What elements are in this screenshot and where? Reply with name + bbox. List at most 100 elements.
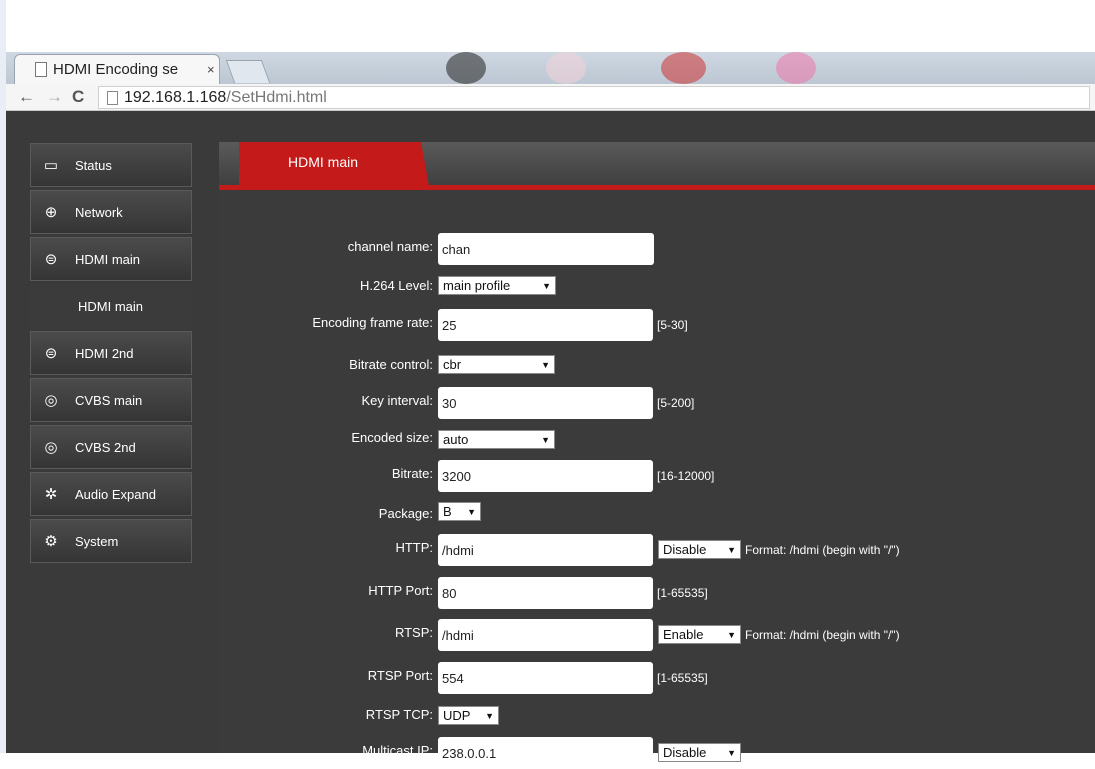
sidebar-subitem-hdmi-main[interactable]: HDMI main	[30, 284, 192, 328]
sidebar-item-cvbs-2nd[interactable]: ◎ CVBS 2nd	[30, 425, 192, 469]
select-value: UDP	[443, 708, 471, 723]
rtsp-mode-select[interactable]: Enable ▼	[658, 625, 741, 644]
range-hint: [1-65535]	[657, 586, 708, 600]
forward-arrow-icon[interactable]: →	[46, 87, 63, 107]
sidebar-item-label: Network	[75, 204, 123, 220]
sidebar-item-label: System	[75, 533, 119, 549]
frame-rate-input[interactable]: 25	[438, 309, 653, 341]
rtsp-tcp-select[interactable]: UDP ▼	[438, 706, 499, 725]
bitrate-control-select[interactable]: cbr ▼	[438, 355, 555, 374]
sidebar-item-label: HDMI main	[78, 298, 144, 314]
sidebar-nav: ▭ Status ⊕ Network ⊜ HDMI main HDMI main…	[30, 143, 192, 566]
new-tab-button[interactable]	[225, 60, 271, 83]
browser-tab[interactable]: HDMI Encoding se ×	[14, 54, 220, 84]
sidebar-item-system[interactable]: ⚙ System	[30, 519, 192, 563]
url-path: /SetHdmi.html	[226, 88, 327, 106]
rtsp-path-input[interactable]: /hdmi	[438, 619, 653, 651]
http-mode-select[interactable]: Disable ▼	[658, 540, 741, 559]
background-decoration	[546, 52, 586, 84]
form-row-bitrate-control: Bitrate control: cbr ▼	[219, 355, 1095, 385]
sidebar-item-label: Audio Expand	[75, 486, 156, 502]
field-label: Multicast IP:	[362, 743, 433, 758]
form-row-rtsp-tcp: RTSP TCP: UDP ▼	[219, 706, 1095, 736]
field-label: RTSP:	[394, 625, 433, 640]
sidebar-item-hdmi-2nd[interactable]: ⊜ HDMI 2nd	[30, 331, 192, 375]
channel-name-input[interactable]: chan	[438, 233, 654, 265]
bitrate-input[interactable]: 3200	[438, 460, 653, 492]
package-select[interactable]: B ▼	[438, 502, 481, 521]
browser-tab-strip: HDMI Encoding se ×	[6, 52, 1095, 84]
field-label: channel name:	[347, 239, 433, 254]
monitor-icon: ▭	[43, 157, 59, 174]
page-icon	[35, 62, 47, 77]
select-value: auto	[443, 432, 469, 447]
field-label: H.264 Level:	[360, 278, 433, 293]
http-path-input[interactable]: /hdmi	[438, 534, 653, 566]
h264-level-select[interactable]: main profile ▼	[438, 276, 556, 295]
form-row-rtsp-port: RTSP Port: 554 [1-65535]	[219, 662, 1095, 694]
form-row-key-interval: Key interval: 30 [5-200]	[219, 387, 1095, 419]
rtsp-port-input[interactable]: 554	[438, 662, 653, 694]
browser-tab-title: HDMI Encoding se	[53, 61, 179, 78]
multicast-ip-input[interactable]: 238.0.0.1	[438, 737, 653, 769]
sidebar-item-cvbs-main[interactable]: ◎ CVBS main	[30, 378, 192, 422]
form-row-multicast-ip: Multicast IP: 238.0.0.1 Disable ▼	[219, 737, 1095, 769]
form-row-frame-rate: Encoding frame rate: 25 [5-30]	[219, 309, 1095, 341]
web-page: ▭ Status ⊕ Network ⊜ HDMI main HDMI main…	[6, 111, 1095, 769]
field-label: Encoding frame rate:	[312, 315, 433, 330]
close-tab-icon[interactable]: ×	[207, 62, 215, 77]
background-decoration	[661, 52, 706, 84]
gear-icon: ⚙	[44, 533, 58, 550]
sidebar-item-audio-expand[interactable]: ✲ Audio Expand	[30, 472, 192, 516]
hdmi-icon: ⊜	[44, 251, 58, 268]
select-value: B	[443, 504, 452, 519]
range-hint: [5-200]	[657, 396, 695, 410]
dropdown-arrow-icon: ▼	[542, 280, 551, 291]
cvbs-icon: ◎	[44, 392, 58, 409]
form-row-encoded-size: Encoded size: auto ▼	[219, 430, 1095, 460]
hdmi-icon: ⊜	[44, 345, 58, 362]
url-host: 192.168.1.168	[124, 88, 227, 106]
sidebar-item-label: Status	[75, 157, 112, 173]
form-row-rtsp: RTSP: /hdmi Enable ▼ Format: /hdmi (begi…	[219, 619, 1095, 651]
sidebar-item-label: HDMI main	[75, 251, 141, 267]
dropdown-arrow-icon: ▼	[467, 506, 476, 517]
sidebar-item-label: CVBS 2nd	[75, 439, 136, 455]
form-row-http: HTTP: /hdmi Disable ▼ Format: /hdmi (beg…	[219, 534, 1095, 566]
field-label: Bitrate:	[391, 466, 433, 481]
range-hint: [1-65535]	[657, 671, 708, 685]
field-label: RTSP Port:	[367, 668, 433, 683]
select-value: Disable	[663, 542, 707, 557]
field-label: Key interval:	[361, 393, 433, 408]
form-row-channel-name: channel name: chan	[219, 233, 1095, 265]
sidebar-item-status[interactable]: ▭ Status	[30, 143, 192, 187]
form-row-bitrate: Bitrate: 3200 [16-12000]	[219, 460, 1095, 492]
form-row-http-port: HTTP Port: 80 [1-65535]	[219, 577, 1095, 609]
page-icon	[107, 90, 118, 105]
field-label: HTTP Port:	[368, 583, 433, 598]
dropdown-arrow-icon: ▼	[485, 710, 494, 721]
settings-panel: HDMI main channel name: chan H.264 Level…	[219, 142, 1095, 769]
field-label: Encoded size:	[351, 430, 433, 445]
dropdown-arrow-icon: ▼	[727, 629, 736, 640]
format-hint: Format: /hdmi (begin with "/")	[745, 628, 900, 642]
sidebar-item-hdmi-main[interactable]: ⊜ HDMI main	[30, 237, 192, 281]
sidebar-item-label: HDMI 2nd	[75, 345, 134, 361]
form-row-h264-level: H.264 Level: main profile ▼	[219, 276, 1095, 306]
back-arrow-icon[interactable]: ←	[18, 87, 35, 107]
sidebar-item-network[interactable]: ⊕ Network	[30, 190, 192, 234]
range-hint: [5-30]	[657, 318, 688, 332]
background-decoration	[776, 52, 816, 84]
cvbs-icon: ◎	[44, 439, 58, 456]
tab-hdmi-main[interactable]: HDMI main	[239, 142, 429, 186]
url-input[interactable]: 192.168.1.168 /SetHdmi.html	[98, 86, 1090, 109]
encoded-size-select[interactable]: auto ▼	[438, 430, 555, 449]
dropdown-arrow-icon: ▼	[727, 544, 736, 555]
dropdown-arrow-icon: ▼	[541, 359, 550, 370]
key-interval-input[interactable]: 30	[438, 387, 653, 419]
sidebar-item-label: CVBS main	[75, 392, 143, 408]
http-port-input[interactable]: 80	[438, 577, 653, 609]
header-divider	[219, 185, 1095, 190]
reload-icon[interactable]: C	[72, 87, 84, 107]
field-label: HTTP:	[395, 540, 433, 555]
